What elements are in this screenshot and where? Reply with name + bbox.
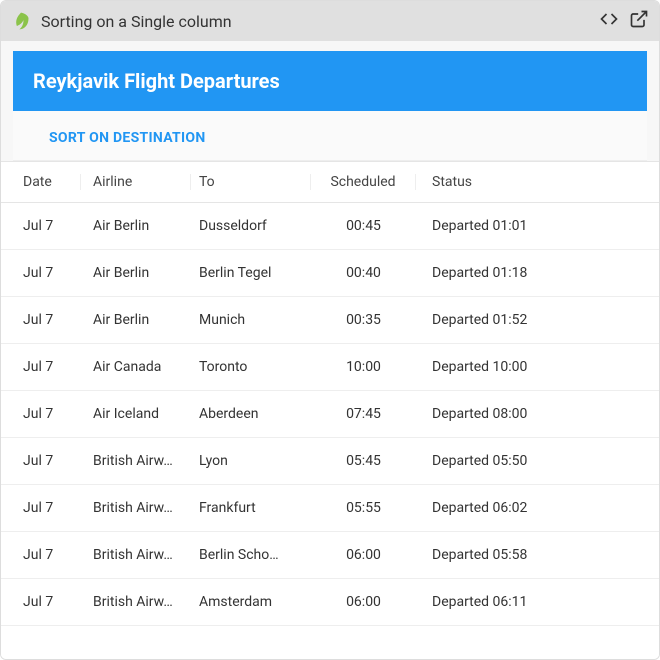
cell-status: Departed 10:00: [416, 359, 659, 375]
col-to-header[interactable]: To: [191, 174, 311, 190]
table-row[interactable]: Jul 7British Airw…Frankfurt05:55Departed…: [1, 485, 659, 532]
window-title: Sorting on a Single column: [41, 12, 589, 31]
content-area: Reykjavik Flight Departures SORT ON DEST…: [1, 41, 659, 659]
app-logo-icon: [11, 11, 31, 31]
flights-grid: Date Airline To Scheduled Status Jul 7Ai…: [1, 161, 659, 659]
cell-airline: British Airw…: [81, 453, 191, 469]
cell-status: Departed 06:02: [416, 500, 659, 516]
cell-date: Jul 7: [1, 500, 81, 516]
cell-to: Aberdeen: [191, 406, 311, 422]
app-window: Sorting on a Single column Reykjavik Fli…: [0, 0, 660, 660]
cell-scheduled: 10:00: [311, 359, 416, 375]
table-row[interactable]: Jul 7British Airw…Berlin Scho…06:00Depar…: [1, 532, 659, 579]
cell-scheduled: 06:00: [311, 594, 416, 610]
code-icon[interactable]: [599, 9, 619, 33]
cell-date: Jul 7: [1, 547, 81, 563]
cell-scheduled: 07:45: [311, 406, 416, 422]
cell-airline: Air Canada: [81, 359, 191, 375]
col-status-header[interactable]: Status: [416, 174, 659, 190]
cell-scheduled: 05:55: [311, 500, 416, 516]
table-row[interactable]: Jul 7Air CanadaToronto10:00Departed 10:0…: [1, 344, 659, 391]
cell-to: Munich: [191, 312, 311, 328]
cell-to: Frankfurt: [191, 500, 311, 516]
cell-airline: Air Berlin: [81, 218, 191, 234]
table-row[interactable]: Jul 7Air BerlinMunich00:35Departed 01:52: [1, 297, 659, 344]
cell-to: Lyon: [191, 453, 311, 469]
cell-airline: Air Iceland: [81, 406, 191, 422]
open-external-icon[interactable]: [629, 9, 649, 33]
cell-scheduled: 00:40: [311, 265, 416, 281]
cell-to: Berlin Tegel: [191, 265, 311, 281]
cell-scheduled: 05:45: [311, 453, 416, 469]
grid-header-row: Date Airline To Scheduled Status: [1, 161, 659, 203]
cell-to: Dusseldorf: [191, 218, 311, 234]
cell-to: Amsterdam: [191, 594, 311, 610]
cell-status: Departed 06:11: [416, 594, 659, 610]
cell-date: Jul 7: [1, 594, 81, 610]
cell-airline: British Airw…: [81, 547, 191, 563]
table-row[interactable]: Jul 7British Airw…Amsterdam06:00Departed…: [1, 579, 659, 626]
sort-on-destination-button[interactable]: SORT ON DESTINATION: [49, 130, 206, 146]
cell-date: Jul 7: [1, 453, 81, 469]
cell-status: Departed 01:01: [416, 218, 659, 234]
cell-date: Jul 7: [1, 265, 81, 281]
col-date-header[interactable]: Date: [1, 174, 81, 190]
cell-date: Jul 7: [1, 312, 81, 328]
cell-airline: British Airw…: [81, 594, 191, 610]
grid-body[interactable]: Jul 7Air BerlinDusseldorf00:45Departed 0…: [1, 203, 659, 659]
cell-date: Jul 7: [1, 218, 81, 234]
sort-bar: SORT ON DESTINATION: [13, 111, 647, 161]
cell-date: Jul 7: [1, 406, 81, 422]
cell-status: Departed 05:58: [416, 547, 659, 563]
table-row[interactable]: Jul 7Air IcelandAberdeen07:45Departed 08…: [1, 391, 659, 438]
cell-scheduled: 00:35: [311, 312, 416, 328]
cell-status: Departed 08:00: [416, 406, 659, 422]
table-row[interactable]: Jul 7Air BerlinDusseldorf00:45Departed 0…: [1, 203, 659, 250]
cell-airline: Air Berlin: [81, 265, 191, 281]
cell-status: Departed 05:50: [416, 453, 659, 469]
cell-scheduled: 00:45: [311, 218, 416, 234]
cell-status: Departed 01:52: [416, 312, 659, 328]
cell-status: Departed 01:18: [416, 265, 659, 281]
cell-airline: Air Berlin: [81, 312, 191, 328]
cell-to: Toronto: [191, 359, 311, 375]
cell-date: Jul 7: [1, 359, 81, 375]
cell-airline: British Airw…: [81, 500, 191, 516]
col-scheduled-header[interactable]: Scheduled: [311, 174, 416, 190]
page-title: Reykjavik Flight Departures: [13, 51, 647, 111]
cell-to: Berlin Scho…: [191, 547, 311, 563]
table-row[interactable]: Jul 7Air BerlinBerlin Tegel00:40Departed…: [1, 250, 659, 297]
col-airline-header[interactable]: Airline: [81, 174, 191, 190]
cell-scheduled: 06:00: [311, 547, 416, 563]
titlebar: Sorting on a Single column: [1, 1, 659, 41]
table-row[interactable]: Jul 7British Airw…Lyon05:45Departed 05:5…: [1, 438, 659, 485]
